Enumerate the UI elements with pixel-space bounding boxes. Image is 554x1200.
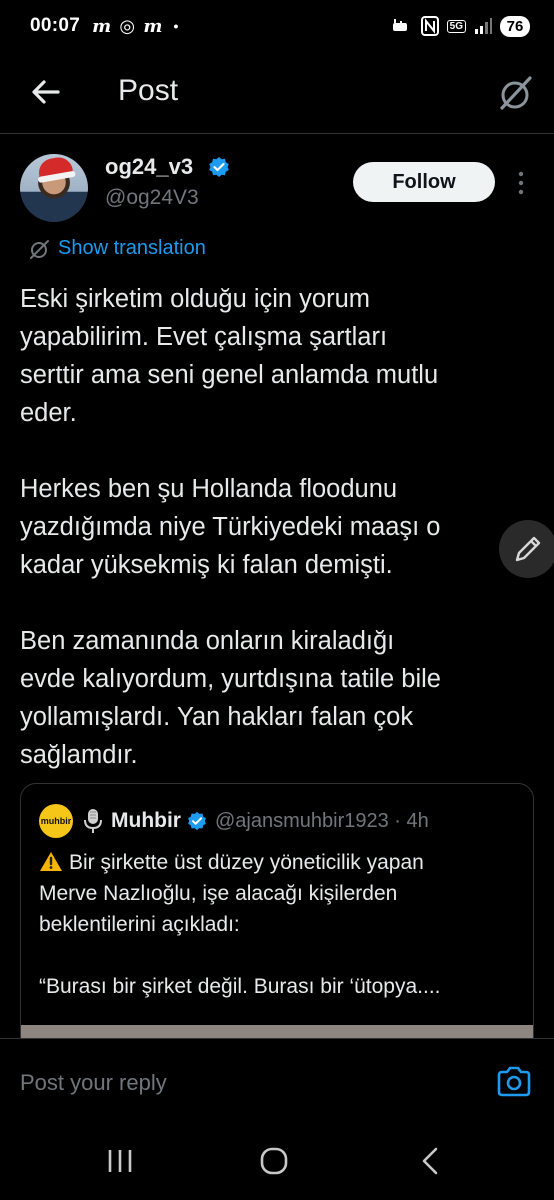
mute-icon [392,19,407,31]
app-header: Post [0,52,554,134]
camera-icon[interactable] [496,1066,532,1098]
quoted-avatar: muhbir [39,804,73,838]
nfc-icon [420,16,439,36]
status-time: 00:07 [30,15,81,36]
battery-level: 76 [500,15,530,37]
avatar[interactable] [20,154,88,222]
system-nav-bar [0,1128,554,1200]
author-row: og24_v3 @og24V3 Follow [0,150,554,230]
handle[interactable]: @og24V3 [105,186,199,210]
back-arrow-icon[interactable] [28,74,64,110]
quoted-post-header: muhbir Muhbir @ajansmuhbir1923 · 4h [39,804,429,838]
microphone-icon [84,809,102,833]
reply-bar [0,1038,554,1128]
reply-input[interactable] [20,1061,480,1105]
quoted-verified-badge-icon [188,811,206,831]
home-icon[interactable] [259,1146,289,1176]
show-translation-link[interactable]: Show translation [28,237,206,260]
verified-badge-icon [209,157,229,177]
network-type: 5G [446,19,466,33]
status-right: 5G 76 [391,15,530,37]
display-name[interactable]: og24_v3 [105,154,193,180]
quoted-handle-time: @ajansmuhbir1923 · 4h [214,809,429,832]
grok-translate-icon [30,239,49,259]
quoted-text-block: Bir şirkette üst düzey yöneticilik yapan… [39,847,519,1002]
pencil-icon [515,536,541,562]
page-title: Post [118,74,179,107]
warning-icon [40,852,62,871]
recent-apps-icon[interactable] [104,1148,136,1174]
status-bar: 00:07 m ◎ m • 5G 76 [0,0,554,52]
follow-button[interactable]: Follow [353,162,495,202]
compose-button[interactable] [499,520,554,578]
status-dot: • [173,18,179,34]
quoted-display-name: Muhbir [111,809,181,832]
quoted-post-card[interactable]: muhbir Muhbir @ajansmuhbir1923 · 4h Bir … [20,783,534,1053]
more-options-icon[interactable] [513,170,529,196]
notification-icons: m ◎ m [92,15,164,37]
tweet-text: Eski şirketim olduğu için yorum yapabili… [20,285,441,769]
signal-icon [475,18,492,34]
show-translation-label: Show translation [58,237,206,259]
santa-hat [36,155,74,179]
system-back-icon[interactable] [418,1146,442,1176]
grok-icon[interactable] [494,72,536,114]
quoted-text: Bir şirkette üst düzey yöneticilik yapan… [39,851,441,998]
